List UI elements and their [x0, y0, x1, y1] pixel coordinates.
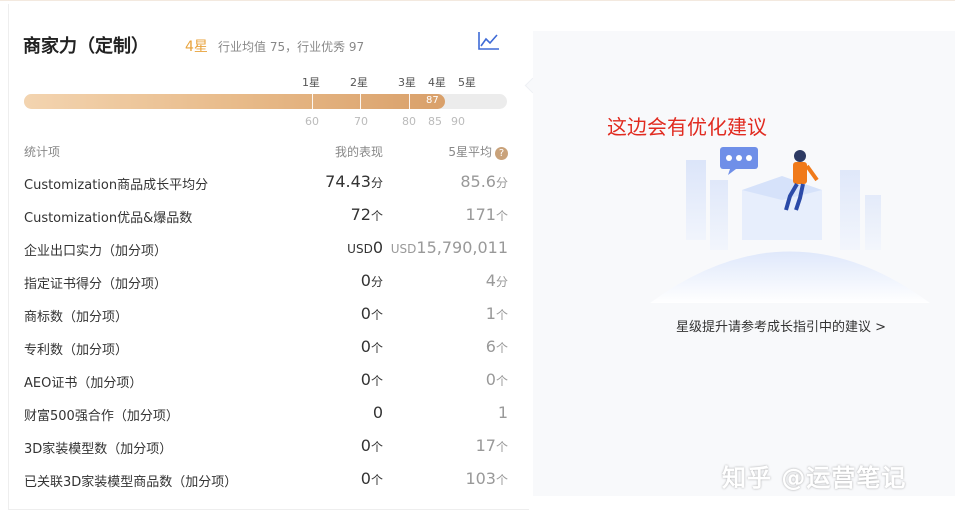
row-avg-value: 0个: [485, 370, 508, 389]
table-row: Customization商品成长平均分 74.43分 85.6分: [24, 172, 508, 194]
row-avg-value: 1: [497, 403, 508, 422]
row-mine-value: 0个: [360, 469, 383, 488]
table-row: 财富500强合作（加分项） 0 1: [24, 403, 508, 425]
table-row: 商标数（加分项） 0个 1个: [24, 304, 508, 326]
table-row: 指定证书得分（加分项） 0分 4分: [24, 271, 508, 293]
tick-label-60: 60: [305, 115, 319, 128]
threshold-line-1: [312, 94, 313, 109]
row-mine-value: 0个: [360, 304, 383, 323]
growth-guide-link[interactable]: 星级提升请参考成长指引中的建议 >: [676, 316, 886, 335]
row-label: Customization优品&爆品数: [24, 211, 193, 226]
row-label: 企业出口实力（加分项）: [24, 244, 168, 259]
star-label-3: 3星: [398, 76, 416, 89]
industry-benchmark: 行业均值 75，行业优秀 97: [218, 40, 365, 54]
score-progress-fill: [24, 94, 445, 109]
header-mine: 我的表现: [334, 145, 383, 159]
row-label: Customization商品成长平均分: [24, 178, 209, 193]
star-label-4: 4星: [428, 76, 446, 89]
current-star-badge: 4星: [185, 39, 208, 55]
row-mine-value: USD0: [347, 238, 383, 257]
watermark: 知乎 @运营笔记: [722, 464, 907, 492]
table-row: 已关联3D家装模型商品数（加分项） 0个 103个: [24, 469, 508, 491]
table-row: 3D家装模型数（加分项） 0个 17个: [24, 436, 508, 458]
star-label-5: 5星: [458, 76, 476, 89]
star-label-1: 1星: [302, 76, 320, 89]
row-avg-value: 1个: [485, 304, 508, 323]
row-mine-value: 0个: [360, 337, 383, 356]
row-mine-value: 0个: [360, 436, 383, 455]
row-avg-value: 171个: [465, 205, 508, 224]
suggestion-text: 这边会有优化建议: [607, 115, 767, 139]
trend-chart-icon[interactable]: [478, 31, 500, 51]
help-icon[interactable]: ?: [495, 147, 508, 160]
top-divider: [0, 0, 955, 1]
tick-label-90: 90: [451, 115, 465, 128]
row-label: AEO证书（加分项）: [24, 376, 143, 391]
row-avg-value: USD15,790,011: [390, 238, 508, 257]
threshold-line-3: [409, 94, 410, 109]
row-mine-value: 0个: [360, 370, 383, 389]
row-avg-value: 17个: [475, 436, 508, 455]
table-row: 专利数（加分项） 0个 6个: [24, 337, 508, 359]
table-row: AEO证书（加分项） 0个 0个: [24, 370, 508, 392]
table-row: 企业出口实力（加分项） USD0 USD15,790,011: [24, 238, 508, 260]
tick-label-85: 85: [428, 115, 442, 128]
growth-illustration: [650, 140, 930, 305]
row-label: 财富500强合作（加分项）: [24, 409, 179, 424]
card-title: 商家力（定制）: [23, 36, 149, 57]
threshold-line-2: [360, 94, 361, 109]
row-mine-value: 0分: [360, 271, 383, 290]
row-avg-value: 4分: [485, 271, 508, 290]
row-label: 商标数（加分项）: [24, 310, 129, 325]
star-label-2: 2星: [350, 76, 368, 89]
row-mine-value: 0: [372, 403, 383, 422]
row-mine-value: 74.43分: [325, 172, 383, 191]
table-header: 统计项 我的表现 5星平均?: [24, 143, 508, 163]
row-label: 指定证书得分（加分项）: [24, 277, 168, 292]
tick-label-70: 70: [354, 115, 368, 128]
row-mine-value: 72个: [350, 205, 383, 224]
row-label: 3D家装模型数（加分项）: [24, 442, 173, 457]
tick-label-80: 80: [402, 115, 416, 128]
table-row: Customization优品&爆品数 72个 171个: [24, 205, 508, 227]
row-avg-value: 6个: [485, 337, 508, 356]
row-label: 专利数（加分项）: [24, 343, 129, 358]
row-label: 已关联3D家装模型商品数（加分项）: [24, 475, 238, 490]
score-value: 87: [426, 95, 439, 106]
row-avg-value: 85.6分: [460, 172, 508, 191]
header-item: 统计项: [24, 145, 61, 159]
row-avg-value: 103个: [465, 469, 508, 488]
header-avg: 5星平均?: [448, 143, 508, 160]
